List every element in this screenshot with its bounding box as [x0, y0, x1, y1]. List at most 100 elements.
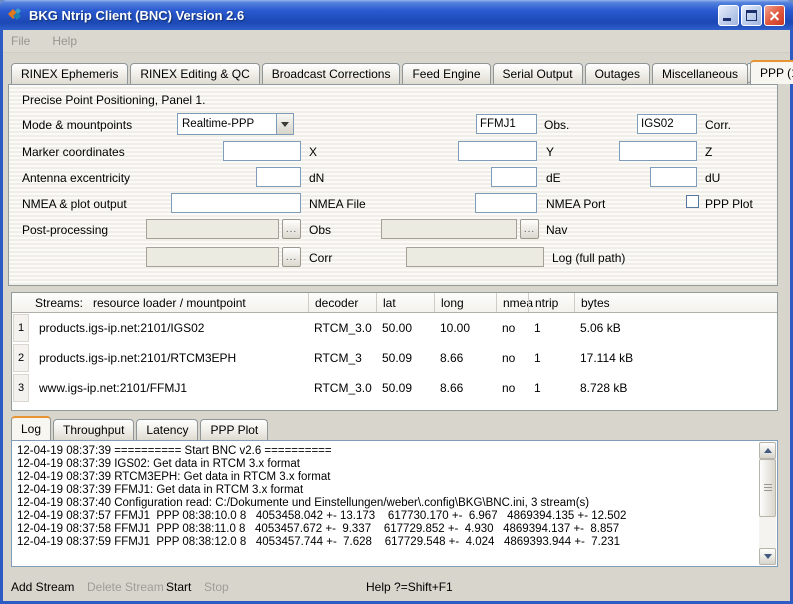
bottom-tab-ppp-plot[interactable]: PPP Plot: [200, 419, 268, 440]
ppp-mode-value: Realtime-PPP: [178, 118, 276, 130]
log-area: 12-04-19 08:37:39 ========== Start BNC v…: [11, 440, 778, 567]
close-button[interactable]: [764, 5, 785, 26]
panel-title: Precise Point Positioning, Panel 1.: [22, 93, 205, 107]
ppp-plot-label: PPP Plot: [705, 197, 753, 211]
nmea-port-label: NMEA Port: [546, 197, 605, 211]
log-line: 12-04-19 08:37:40 Configuration read: C:…: [17, 497, 757, 510]
column-header-mountpoint[interactable]: Streams: resource loader / mountpoint: [29, 293, 308, 312]
column-header-long[interactable]: long: [434, 293, 496, 312]
cell-decoder: RTCM_3: [308, 351, 376, 365]
minimize-button[interactable]: [718, 5, 739, 26]
minimize-icon: [723, 18, 731, 21]
ppp-mode-select[interactable]: Realtime-PPP: [177, 113, 294, 135]
cell-lat: 50.00: [376, 321, 434, 335]
log-text: 12-04-19 08:37:39 ========== Start BNC v…: [17, 445, 757, 564]
nmea-file-input[interactable]: [171, 193, 301, 213]
tab-bar: RINEX EphemerisRINEX Editing & QCBroadca…: [11, 61, 793, 84]
post-corr-input: [146, 247, 279, 267]
tab-broadcast-corrections[interactable]: Broadcast Corrections: [262, 63, 401, 84]
bottom-tab-throughput[interactable]: Throughput: [53, 419, 134, 440]
streams-table-header: Streams: resource loader / mountpointdec…: [12, 293, 777, 313]
column-header-nmea[interactable]: nmea: [496, 293, 528, 312]
column-header-decoder[interactable]: decoder: [308, 293, 376, 312]
antenna-de-input[interactable]: [491, 167, 537, 187]
menu-item-file[interactable]: File: [11, 34, 30, 48]
ppp-plot-checkbox[interactable]: [686, 195, 699, 208]
tab-miscellaneous[interactable]: Miscellaneous: [652, 63, 748, 84]
delete-stream-button[interactable]: Delete Stream: [87, 580, 164, 594]
stop-button[interactable]: Stop: [204, 580, 229, 594]
column-header-lat[interactable]: lat: [376, 293, 434, 312]
table-corner-cell: [12, 293, 29, 312]
tab-outages[interactable]: Outages: [585, 63, 650, 84]
marker-z-input[interactable]: [619, 141, 697, 161]
log-scrollbar[interactable]: [759, 442, 776, 565]
tab-ppp-1[interactable]: PPP (1): [750, 60, 793, 84]
corr-mountpoint-input[interactable]: [637, 114, 697, 134]
de-label: dE: [546, 171, 561, 185]
scroll-up-button[interactable]: [759, 442, 776, 459]
bnc-window: BKG Ntrip Client (BNC) Version 2.6 File H…: [0, 0, 793, 604]
chevron-down-icon: [276, 114, 293, 134]
cell-lat: 50.09: [376, 381, 434, 395]
log-line: 12-04-19 08:37:39 FFMJ1: Get data in RTC…: [17, 484, 757, 497]
cell-nmea: no: [496, 351, 528, 365]
log-line: 12-04-19 08:37:58 FFMJ1 PPP 08:38:11.0 8…: [17, 523, 757, 536]
cell-long: 8.66: [434, 381, 496, 395]
corr-label: Corr.: [705, 118, 731, 132]
tab-serial-output[interactable]: Serial Output: [493, 63, 583, 84]
cell-decoder: RTCM_3.0: [308, 321, 376, 335]
cell-mountpoint: www.igs-ip.net:2101/FFMJ1: [29, 381, 308, 395]
post-obs-label: Obs: [309, 223, 331, 237]
post-corr-label: Corr: [309, 251, 332, 265]
cell-bytes: 17.114 kB: [574, 351, 777, 365]
maximize-button[interactable]: [741, 5, 762, 26]
antenna-excentricity-label: Antenna excentricity: [22, 171, 130, 185]
post-nav-browse-button[interactable]: ...: [520, 219, 539, 239]
obs-mountpoint-input[interactable]: [476, 114, 537, 134]
add-stream-button[interactable]: Add Stream: [11, 580, 74, 594]
cell-decoder: RTCM_3.0: [308, 381, 376, 395]
streams-table: Streams: resource loader / mountpointdec…: [11, 292, 778, 411]
log-line: 12-04-19 08:37:39 RTCM3EPH: Get data in …: [17, 471, 757, 484]
menu-item-help[interactable]: Help: [52, 34, 77, 48]
log-line: 12-04-19 08:37:39 ========== Start BNC v…: [17, 445, 757, 458]
tab-rinex-editing-qc[interactable]: RINEX Editing & QC: [130, 63, 259, 84]
tab-rinex-ephemeris[interactable]: RINEX Ephemeris: [11, 63, 128, 84]
x-label: X: [309, 145, 317, 159]
maximize-icon: [746, 10, 757, 21]
start-button[interactable]: Start: [166, 580, 191, 594]
nmea-plot-output-label: NMEA & plot output: [22, 197, 127, 211]
column-header-ntrip[interactable]: ntrip: [528, 293, 574, 312]
arrow-down-icon: [764, 554, 772, 559]
mode-mountpoints-label: Mode & mountpoints: [22, 118, 132, 132]
tab-feed-engine[interactable]: Feed Engine: [402, 63, 490, 84]
bottom-tab-log[interactable]: Log: [11, 416, 51, 440]
post-processing-label: Post-processing: [22, 223, 108, 237]
column-header-bytes[interactable]: bytes: [574, 293, 777, 312]
post-corr-browse-button[interactable]: ...: [282, 247, 301, 267]
marker-y-input[interactable]: [458, 141, 537, 161]
table-row[interactable]: 1products.igs-ip.net:2101/IGS02RTCM_3.05…: [12, 313, 777, 343]
arrow-up-icon: [764, 448, 772, 453]
post-nav-label: Nav: [546, 223, 567, 237]
table-row[interactable]: 3www.igs-ip.net:2101/FFMJ1RTCM_3.050.098…: [12, 373, 777, 403]
cell-mountpoint: products.igs-ip.net:2101/RTCM3EPH: [29, 351, 308, 365]
bottom-tab-latency[interactable]: Latency: [136, 419, 198, 440]
cell-ntrip: 1: [528, 351, 574, 365]
table-row[interactable]: 2products.igs-ip.net:2101/RTCM3EPHRTCM_3…: [12, 343, 777, 373]
action-bar: Add Stream Delete Stream Start Stop Help…: [3, 575, 790, 601]
antenna-dn-input[interactable]: [256, 167, 301, 187]
post-obs-browse-button[interactable]: ...: [282, 219, 301, 239]
title-bar[interactable]: BKG Ntrip Client (BNC) Version 2.6: [0, 0, 793, 30]
marker-coordinates-label: Marker coordinates: [22, 145, 125, 159]
nmea-port-input[interactable]: [475, 193, 537, 213]
antenna-du-input[interactable]: [650, 167, 697, 187]
marker-x-input[interactable]: [223, 141, 301, 161]
cell-ntrip: 1: [528, 321, 574, 335]
scroll-down-button[interactable]: [759, 548, 776, 565]
dn-label: dN: [309, 171, 324, 185]
row-number: 1: [13, 314, 29, 342]
scrollbar-thumb[interactable]: [759, 459, 776, 517]
post-obs-input: [146, 219, 279, 239]
